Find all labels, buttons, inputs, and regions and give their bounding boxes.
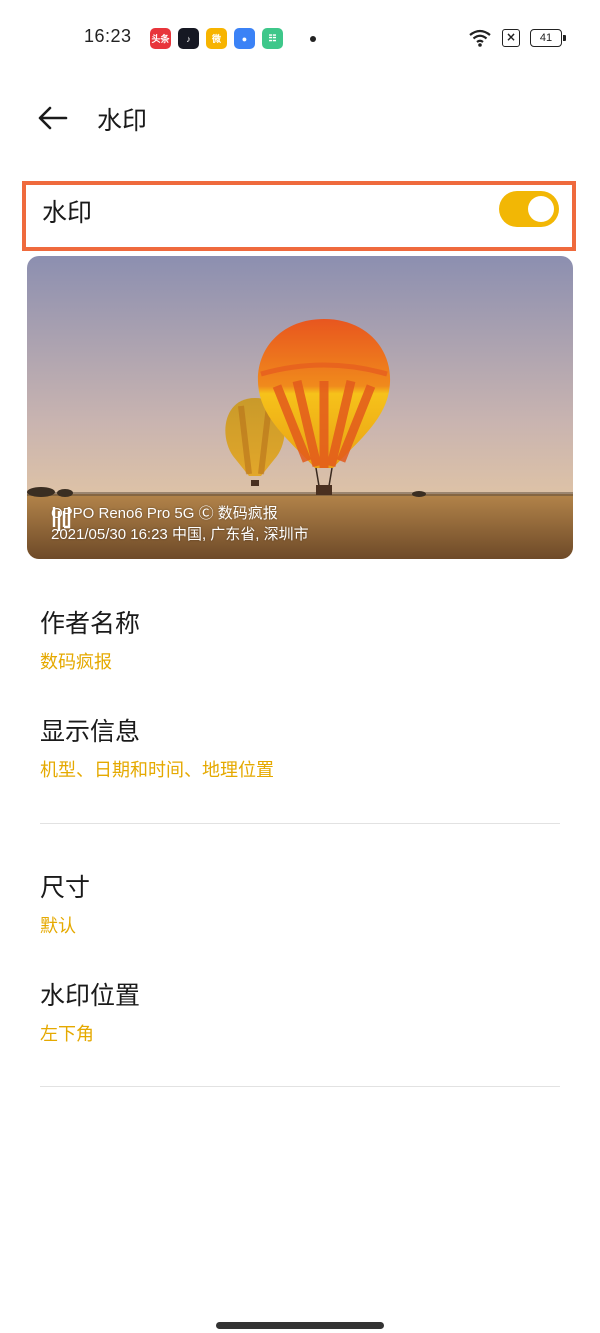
green-app-icon: ☷ (262, 28, 283, 49)
setting-title: 尺寸 (40, 873, 91, 902)
watermark-text: OPPO Reno6 Pro 5G Ⓒ 数码疯报 2021/05/30 16:2… (51, 503, 309, 545)
app-bar: 水印 (0, 95, 600, 143)
watermark-switch[interactable] (499, 191, 559, 227)
notification-icons: 头条 ♪ 微 ● ☷ (150, 28, 316, 49)
setting-title: 作者名称 (40, 609, 141, 638)
no-sim-icon: × (502, 29, 520, 47)
wifi-icon (469, 29, 491, 47)
status-time: 16:23 (84, 26, 132, 46)
home-indicator[interactable] (216, 1322, 384, 1329)
setting-value: 默认 (40, 916, 76, 937)
page-title: 水印 (97, 106, 148, 135)
camera-brand-logo-icon (52, 507, 71, 531)
back-arrow-icon[interactable] (36, 103, 70, 133)
watermark-toggle-label: 水印 (42, 198, 93, 227)
watermark-toggle-row[interactable]: 水印 (22, 181, 576, 251)
watermark-line-datetime: 2021/05/30 16:23 中国, 广东省, 深圳市 (51, 526, 309, 543)
more-notifications-dot-icon (310, 35, 316, 42)
setting-value: 左下角 (40, 1024, 94, 1045)
setting-value: 数码疯报 (40, 652, 112, 673)
watermark-preview-image: OPPO Reno6 Pro 5G Ⓒ 数码疯报 2021/05/30 16:2… (27, 256, 573, 559)
switch-knob (528, 196, 554, 222)
setting-value: 机型、日期和时间、地理位置 (40, 760, 274, 781)
chat-icon: ● (234, 28, 255, 49)
watermark-position-setting[interactable]: 水印位置 左下角 (40, 976, 560, 1046)
weibo-icon: 微 (206, 28, 227, 49)
watermark-overlay: OPPO Reno6 Pro 5G Ⓒ 数码疯报 2021/05/30 16:2… (51, 503, 309, 545)
toutiao-icon: 头条 (150, 28, 171, 49)
status-right: × 41 (468, 28, 566, 48)
watermark-line-device: OPPO Reno6 Pro 5G Ⓒ 数码疯报 (51, 505, 278, 522)
status-bar: 16:23 头条 ♪ 微 ● ☷ × 41 (0, 0, 600, 76)
author-name-setting[interactable]: 作者名称 数码疯报 (40, 604, 560, 674)
douyin-icon: ♪ (178, 28, 199, 49)
size-setting[interactable]: 尺寸 默认 (40, 868, 560, 938)
battery-icon: 41 (530, 29, 566, 47)
display-info-setting[interactable]: 显示信息 机型、日期和时间、地理位置 (40, 712, 560, 782)
setting-title: 水印位置 (40, 981, 141, 1010)
divider (40, 823, 560, 824)
divider (40, 1086, 560, 1087)
setting-title: 显示信息 (40, 717, 141, 746)
